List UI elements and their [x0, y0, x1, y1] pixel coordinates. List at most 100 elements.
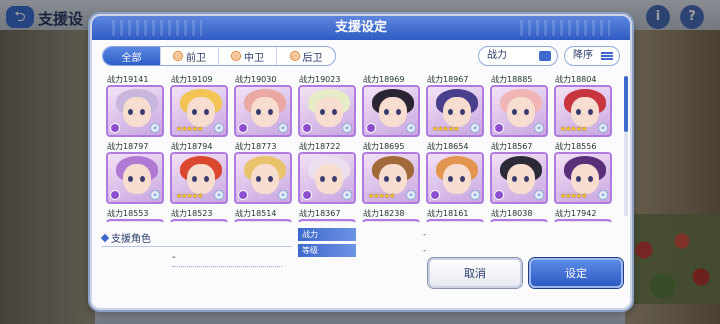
cancel-button[interactable]: 取消 [428, 258, 522, 288]
character-power: 战力18797 [107, 142, 149, 151]
character-card[interactable]: 战力19109 ★★★★★ » [170, 74, 229, 140]
portrait-eye [512, 109, 517, 115]
support-character-name: - [172, 252, 176, 263]
character-portrait: » [234, 152, 292, 204]
portrait-eye [204, 176, 209, 182]
portrait-eye [448, 109, 453, 115]
character-power: 战力18367 [299, 209, 341, 218]
character-card[interactable]: 战力18367» [298, 208, 357, 222]
role-icon: » [470, 190, 480, 200]
portrait-eye [192, 109, 197, 115]
character-power: 战力18514 [235, 209, 277, 218]
role-icon: » [150, 190, 160, 200]
character-card[interactable]: 战力18238» [362, 208, 421, 222]
role-icon: » [534, 123, 544, 133]
character-card[interactable]: 战力18695 ★★★★★ » [362, 141, 421, 207]
rank-badge-icon [430, 190, 440, 200]
support-settings-dialog: 支援设定 全部 ◎ 前卫 ◎ 中卫 ◎ 后卫 战力 降序 战力19141» 战力1… [90, 14, 632, 310]
role-icon: » [470, 123, 480, 133]
character-portrait: » [426, 152, 484, 204]
character-card[interactable]: 战力18514» [234, 208, 293, 222]
stat-label: 等级 [298, 244, 356, 257]
character-card[interactable]: 战力18773 » [234, 141, 293, 207]
confirm-button[interactable]: 设定 [529, 258, 623, 288]
character-power: 战力17942 [555, 209, 597, 218]
role-icon: » [150, 123, 160, 133]
tab-rearguard[interactable]: ◎ 后卫 [277, 47, 335, 65]
tab-vanguard[interactable]: ◎ 前卫 [161, 47, 219, 65]
tab-all[interactable]: 全部 [103, 47, 161, 65]
character-portrait: ★★★★★ » [426, 85, 484, 137]
rank-badge-icon [238, 190, 248, 200]
position-filter-tabs: 全部 ◎ 前卫 ◎ 中卫 ◎ 后卫 [102, 46, 336, 66]
rank-badge-icon [494, 123, 504, 133]
tab-label: 中卫 [244, 52, 264, 64]
character-power: 战力19109 [171, 75, 213, 84]
character-card[interactable]: 战力17942» [554, 208, 613, 222]
character-power: 战力18161 [427, 209, 469, 218]
character-portrait: » [298, 85, 356, 137]
character-card[interactable]: 战力18567 » [490, 141, 549, 207]
character-card[interactable]: 战力18038» [490, 208, 549, 222]
character-card[interactable]: 战力18794 ★★★★★ » [170, 141, 229, 207]
character-card[interactable]: 战力18523» [170, 208, 229, 222]
character-power: 战力18553 [107, 209, 149, 218]
character-card[interactable]: 战力18967 ★★★★★ » [426, 74, 485, 140]
portrait-eye [192, 176, 197, 182]
character-portrait: ★★★★★ » [362, 152, 420, 204]
character-card[interactable]: 战力18556 ★★★★★ » [554, 141, 613, 207]
character-card[interactable]: 战力18804 ★★★★★ » [554, 74, 613, 140]
character-card[interactable]: 战力18969 » [362, 74, 421, 140]
sort-order-button[interactable]: 降序 [564, 46, 620, 66]
portrait-eye [128, 109, 133, 115]
character-portrait: » [490, 152, 548, 204]
portrait-eye [576, 176, 581, 182]
tab-label: 后卫 [302, 52, 323, 64]
portrait-eye [128, 176, 133, 182]
character-card[interactable]: 战力19023 » [298, 74, 357, 140]
role-icon: » [406, 123, 416, 133]
grid-scrollbar[interactable] [624, 76, 628, 216]
character-portrait: » [426, 219, 484, 222]
role-icon: » [598, 190, 608, 200]
character-portrait: » [234, 219, 292, 222]
star-rating-icon: ★★★★★ [176, 125, 203, 133]
character-portrait: » [106, 152, 164, 204]
star-rating-icon: ★★★★★ [432, 125, 459, 133]
character-card[interactable]: 战力19141 » [106, 74, 165, 140]
sort-field-select[interactable]: 战力 [478, 46, 558, 66]
character-card[interactable]: 战力18885 » [490, 74, 549, 140]
character-card[interactable]: 战力18797 » [106, 141, 165, 207]
sort-field-label: 战力 [487, 50, 507, 61]
portrait-eye [588, 176, 593, 182]
character-card[interactable]: 战力18553» [106, 208, 165, 222]
character-card[interactable]: 战力18654 » [426, 141, 485, 207]
role-icon: » [278, 190, 288, 200]
character-portrait: » [106, 85, 164, 137]
role-icon: » [534, 190, 544, 200]
stat-row-power: 战力 - [298, 228, 430, 241]
vanguard-icon: ◎ [173, 51, 183, 61]
character-grid-viewport[interactable]: 战力19141» 战力19109 ★★★★★» 战力19030» 战力19023» 战力1… [106, 74, 622, 222]
rank-badge-icon [366, 123, 376, 133]
portrait-eye [268, 109, 273, 115]
character-portrait: ★★★★★ » [554, 85, 612, 137]
role-icon: » [598, 123, 608, 133]
character-card[interactable]: 战力18722 » [298, 141, 357, 207]
portrait-eye [396, 109, 401, 115]
portrait-eye [576, 109, 581, 115]
star-rating-icon: ★★★★★ [560, 192, 587, 200]
portrait-eye [448, 176, 453, 182]
character-card[interactable]: 战力19030 » [234, 74, 293, 140]
star-rating-icon: ★★★★★ [560, 125, 587, 133]
character-power: 战力18794 [171, 142, 213, 151]
role-icon: » [214, 123, 224, 133]
character-card[interactable]: 战力18161» [426, 208, 485, 222]
character-portrait: » [362, 85, 420, 137]
tab-midguard[interactable]: ◎ 中卫 [219, 47, 277, 65]
support-character-divider [172, 266, 282, 267]
rearguard-icon: ◎ [289, 51, 300, 61]
scrollbar-thumb[interactable] [624, 76, 628, 132]
rank-badge-icon [494, 190, 504, 200]
character-portrait: ★★★★★ » [170, 152, 228, 204]
